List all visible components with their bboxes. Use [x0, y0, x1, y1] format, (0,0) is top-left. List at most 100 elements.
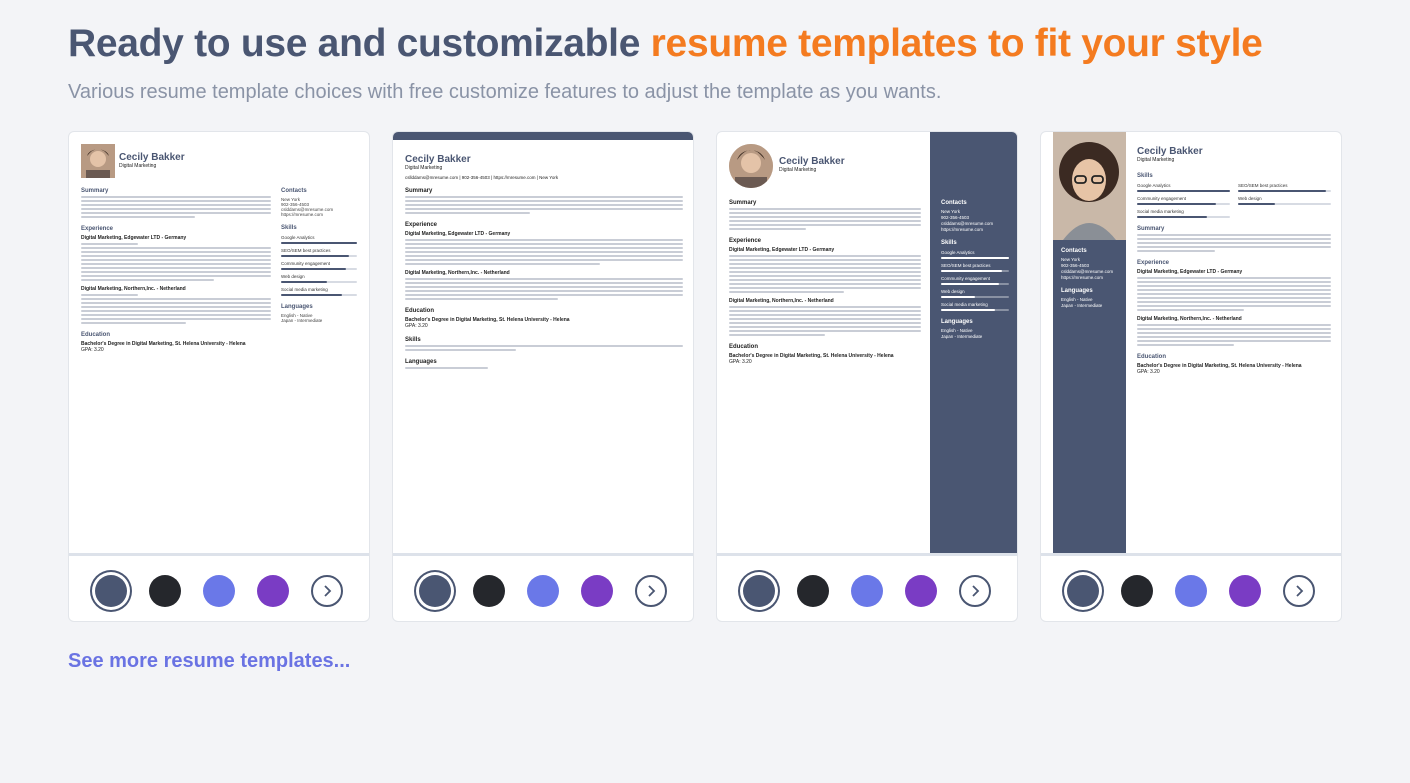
- chevron-right-icon: [648, 585, 656, 597]
- skill-2: SEO/SEM best practices: [941, 263, 991, 268]
- color-swatch-purple[interactable]: [1229, 575, 1261, 607]
- color-swatches: [69, 560, 369, 621]
- resume-name: Cecily Bakker: [405, 154, 471, 165]
- contact-city: New York: [941, 209, 961, 214]
- title-part-1: Ready to use and customizable: [68, 22, 641, 65]
- skill-5: Social media marketing: [1137, 209, 1184, 214]
- template-preview-1[interactable]: Cecily Bakker Digital Marketing Summary …: [69, 132, 369, 556]
- language-1: English - Native: [1061, 297, 1093, 302]
- job-1: Digital Marketing, Edgewater LTD - Germa…: [1137, 269, 1243, 275]
- gpa: GPA: 3.20: [729, 359, 752, 365]
- section-summary: Summary: [81, 188, 109, 194]
- chevron-right-icon: [972, 585, 980, 597]
- skill-3: Community engagement: [281, 261, 331, 266]
- section-contacts: Contacts: [1061, 248, 1087, 254]
- language-1: English - Native: [941, 328, 973, 333]
- gpa: GPA: 3.20: [405, 323, 428, 329]
- next-template-button[interactable]: [959, 575, 991, 607]
- avatar: [1053, 132, 1126, 240]
- section-summary: Summary: [729, 200, 757, 206]
- next-template-button[interactable]: [1283, 575, 1315, 607]
- section-education: Education: [729, 344, 759, 350]
- avatar: [729, 144, 773, 188]
- color-swatch-purple[interactable]: [257, 575, 289, 607]
- color-swatch-purple[interactable]: [581, 575, 613, 607]
- job-2: Digital Marketing, Northern,Inc. - Nethe…: [729, 298, 834, 304]
- section-education: Education: [405, 308, 435, 314]
- color-swatch-slate[interactable]: [743, 575, 775, 607]
- template-preview-2[interactable]: Cecily Bakker Digital Marketing csllddam…: [393, 132, 693, 556]
- job-1: Digital Marketing, Edgewater LTD - Germa…: [405, 231, 511, 237]
- section-skills: Skills: [405, 337, 421, 343]
- section-languages: Languages: [405, 359, 437, 365]
- color-swatch-black[interactable]: [797, 575, 829, 607]
- color-swatch-slate[interactable]: [419, 575, 451, 607]
- education-degree: Bachelor's Degree in Digital Marketing, …: [1137, 363, 1302, 369]
- resume-name: Cecily Bakker: [779, 156, 845, 167]
- contact-web: https://mresume.com: [281, 212, 324, 217]
- color-swatch-slate[interactable]: [1067, 575, 1099, 607]
- contact-web: https://mresume.com: [941, 227, 984, 232]
- contact-line: csllddams@mresume.com | 902-356-4503 | h…: [405, 175, 559, 180]
- template-card-1[interactable]: Cecily Bakker Digital Marketing Summary …: [68, 131, 370, 622]
- section-summary: Summary: [1137, 226, 1165, 232]
- skill-2: SEO/SEM best practices: [281, 248, 331, 253]
- color-swatch-black[interactable]: [1121, 575, 1153, 607]
- skill-5: Social media marketing: [281, 287, 328, 292]
- job-2: Digital Marketing, Northern,Inc. - Nethe…: [81, 286, 186, 292]
- skill-1: Google Analytics: [941, 250, 975, 255]
- resume-role: Digital Marketing: [779, 167, 817, 173]
- color-swatches: [717, 560, 1017, 621]
- template-card-3[interactable]: Cecily Bakker Digital Marketing Summary …: [716, 131, 1018, 622]
- section-skills: Skills: [281, 225, 297, 231]
- template-card-2[interactable]: Cecily Bakker Digital Marketing csllddam…: [392, 131, 694, 622]
- color-swatch-blue[interactable]: [1175, 575, 1207, 607]
- contact-phone: 902-356-4503: [941, 215, 970, 220]
- avatar: [81, 144, 115, 178]
- language-2: Japan - Intermediate: [1061, 303, 1103, 308]
- section-contacts: Contacts: [941, 200, 967, 206]
- color-swatches: [1041, 560, 1341, 621]
- job-1: Digital Marketing, Edgewater LTD - Germa…: [729, 247, 835, 253]
- header-stripe: [393, 132, 693, 140]
- color-swatch-black[interactable]: [149, 575, 181, 607]
- section-experience: Experience: [729, 238, 762, 244]
- contact-city: New York: [1061, 257, 1081, 262]
- resume-role: Digital Marketing: [119, 163, 157, 169]
- template-preview-3[interactable]: Cecily Bakker Digital Marketing Summary …: [717, 132, 1017, 556]
- color-swatch-blue[interactable]: [203, 575, 235, 607]
- next-template-button[interactable]: [635, 575, 667, 607]
- skill-2: SEO/SEM best practices: [1238, 183, 1288, 188]
- skill-1: Google Analytics: [1137, 183, 1171, 188]
- color-swatch-purple[interactable]: [905, 575, 937, 607]
- page-subtitle: Various resume template choices with fre…: [68, 81, 942, 103]
- resume-role: Digital Marketing: [405, 165, 443, 171]
- section-languages: Languages: [1061, 288, 1093, 294]
- template-card-4[interactable]: Contacts New York 902-356-4503 cslddams@…: [1040, 131, 1342, 622]
- contact-phone: 902-356-4503: [1061, 263, 1090, 268]
- language-2: Japan - Intermediate: [941, 334, 983, 339]
- template-preview-4[interactable]: Contacts New York 902-356-4503 cslddams@…: [1041, 132, 1341, 556]
- color-swatch-blue[interactable]: [851, 575, 883, 607]
- section-experience: Experience: [405, 222, 438, 228]
- see-more-templates-link[interactable]: See more resume templates...: [68, 650, 350, 673]
- sidebar-panel: [930, 132, 1017, 553]
- skill-3: Community engagement: [1137, 196, 1187, 201]
- section-experience: Experience: [1137, 260, 1170, 266]
- language-2: Japan - Intermediate: [281, 318, 323, 323]
- contact-email: cslddams@mresume.com: [1061, 269, 1114, 274]
- contact-email: cslddams@mresume.com: [941, 221, 994, 226]
- color-swatches: [393, 560, 693, 621]
- color-swatch-blue[interactable]: [527, 575, 559, 607]
- section-summary: Summary: [405, 188, 433, 194]
- job-2: Digital Marketing, Northern,Inc. - Nethe…: [405, 270, 510, 276]
- skill-4: Web design: [941, 289, 965, 294]
- skill-4: Web design: [1238, 196, 1262, 201]
- education-degree: Bachelor's Degree in Digital Marketing, …: [81, 341, 246, 347]
- next-template-button[interactable]: [311, 575, 343, 607]
- color-swatch-slate[interactable]: [95, 575, 127, 607]
- color-swatch-black[interactable]: [473, 575, 505, 607]
- skill-5: Social media marketing: [941, 302, 988, 307]
- skill-4: Web design: [281, 274, 305, 279]
- section-languages: Languages: [941, 319, 973, 325]
